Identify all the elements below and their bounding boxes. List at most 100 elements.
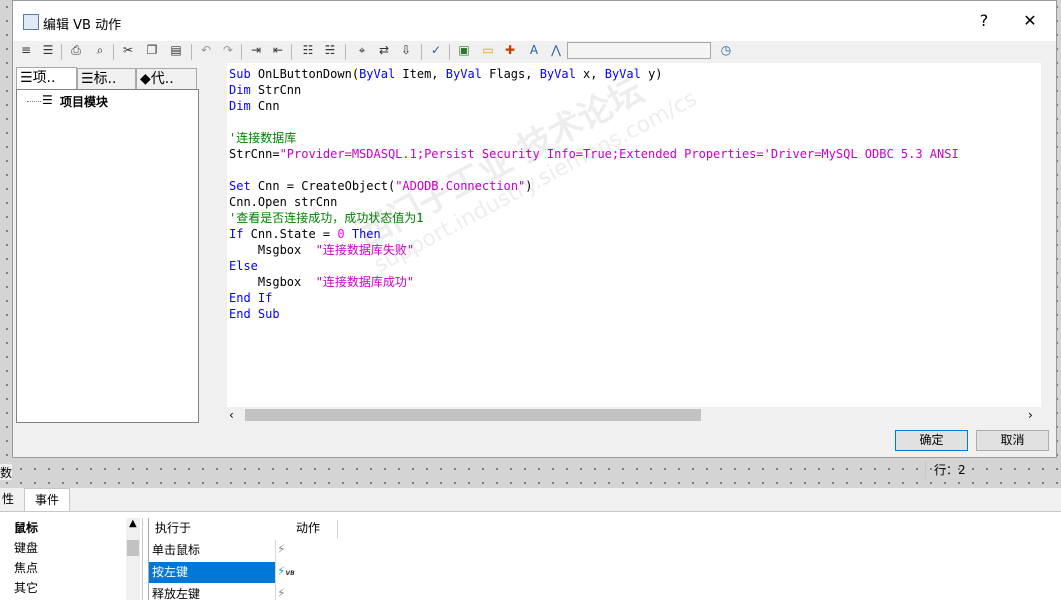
tree-root-item[interactable]: 项目模块 bbox=[60, 93, 108, 110]
scroll-left-icon[interactable]: ‹ bbox=[229, 407, 234, 423]
syntax-check-icon[interactable]: ✓ bbox=[427, 41, 445, 59]
horizontal-scroll-thumb[interactable] bbox=[245, 409, 701, 421]
comment-icon[interactable]: ≡ bbox=[17, 41, 35, 59]
cancel-button[interactable]: 取消 bbox=[976, 430, 1049, 451]
grid-row-press-left[interactable]: 按左键 bbox=[149, 562, 275, 583]
code-line: Dim Cnn bbox=[229, 99, 280, 113]
event-name: 释放左键 bbox=[152, 587, 201, 600]
undo-icon[interactable]: ↶ bbox=[197, 41, 215, 59]
event-tree-item-other[interactable]: 其它 bbox=[14, 578, 38, 598]
indent-icon[interactable]: ⇥ bbox=[247, 41, 265, 59]
row-indicator: 行：2 bbox=[925, 461, 1058, 479]
edit-vb-action-dialog: 编辑 VB 动作 ? ✕ ≡ ☰ ⎙ ⌕ ✂ ❐ ▤ ↶ ↷ ⇥ ⇤ ☷ ☵ ⌖… bbox=[12, 0, 1057, 479]
find-icon[interactable]: ⌖ bbox=[353, 41, 371, 59]
tree-node-icon: ☰ bbox=[42, 93, 53, 107]
event-tree-item-mouse[interactable]: 鼠标 bbox=[14, 518, 38, 538]
toolbar-separator bbox=[191, 44, 192, 60]
folder-icon[interactable]: ▭ bbox=[479, 41, 497, 59]
tab-tags-label: 标.. bbox=[93, 71, 117, 87]
redo-icon[interactable]: ↷ bbox=[219, 41, 237, 59]
properties-panel: 性 事件 鼠标 键盘 焦点 其它 ▲ 执行于 动作 单击鼠标 ⚡ 按左键 ⚡VB… bbox=[0, 488, 1061, 600]
tab-project[interactable]: ☰项.. bbox=[16, 67, 77, 90]
code-line: End If bbox=[229, 291, 273, 305]
compass-icon[interactable]: ⋀ bbox=[547, 41, 565, 59]
code-line: '连接数据库 bbox=[229, 131, 297, 145]
replace-icon[interactable]: ⇄ bbox=[375, 41, 393, 59]
grid-row-left-click[interactable]: 单击鼠标 ⚡ bbox=[149, 540, 1061, 561]
clock-icon[interactable]: ◷ bbox=[717, 41, 735, 59]
code-line: Msgbox "连接数据库成功" bbox=[229, 275, 415, 289]
tab-project-label: 项.. bbox=[32, 70, 56, 86]
panel-tab-strip bbox=[0, 488, 1061, 512]
lightning-vb-icon[interactable]: ⚡VB bbox=[277, 564, 295, 578]
tab-project-icon: ☰ bbox=[20, 70, 33, 86]
toolbar-separator bbox=[449, 44, 450, 60]
print-icon[interactable]: ⎙ bbox=[67, 41, 85, 59]
event-tree-item-focus[interactable]: 焦点 bbox=[14, 558, 38, 578]
tree-scrollbar[interactable]: ▲ bbox=[126, 518, 140, 600]
canvas-label: 数据 bbox=[0, 464, 12, 480]
tree-connector bbox=[27, 101, 41, 102]
grid-column-divider bbox=[275, 540, 276, 600]
event-name: 按左键 bbox=[152, 565, 189, 579]
project-tree: ☰ 项目模块 bbox=[16, 89, 199, 423]
toolbar-separator bbox=[241, 44, 242, 60]
tree-scroll-thumb[interactable] bbox=[127, 540, 139, 556]
toolbar-separator bbox=[61, 44, 62, 60]
toolbar-separator bbox=[291, 44, 292, 60]
scroll-right-icon[interactable]: › bbox=[1028, 407, 1033, 423]
navigator-tabs: ☰项.. ☰标.. ◆代.. bbox=[16, 67, 200, 90]
lightning-icon[interactable]: ⚡ bbox=[277, 542, 285, 556]
app-icon bbox=[23, 14, 39, 30]
tab-code-icon: ◆ bbox=[140, 71, 151, 87]
copy-icon[interactable]: ❐ bbox=[143, 41, 161, 59]
goto-icon[interactable]: ⇩ bbox=[397, 41, 415, 59]
cut-icon[interactable]: ✂ bbox=[119, 41, 137, 59]
tab-tags[interactable]: ☰标.. bbox=[77, 68, 136, 89]
format-icon[interactable]: ☷ bbox=[299, 41, 317, 59]
editor-horizontal-scrollbar[interactable]: ‹ › bbox=[227, 407, 1041, 423]
tab-code[interactable]: ◆代.. bbox=[136, 68, 197, 89]
paste-icon[interactable]: ▤ bbox=[167, 41, 185, 59]
block-format-icon[interactable]: ☵ bbox=[321, 41, 339, 59]
outdent-icon[interactable]: ⇤ bbox=[269, 41, 287, 59]
tag-icon[interactable]: ▣ bbox=[455, 41, 473, 59]
lightning-icon[interactable]: ⚡ bbox=[277, 586, 285, 600]
code-line: Dim StrCnn bbox=[229, 83, 302, 97]
uncomment-icon[interactable]: ☰ bbox=[39, 41, 57, 59]
event-category-tree: 鼠标 键盘 焦点 其它 ▲ bbox=[0, 518, 143, 600]
add-function-icon[interactable]: ✚ bbox=[501, 41, 519, 59]
dialog-title: 编辑 VB 动作 bbox=[43, 18, 122, 33]
toolbar-separator bbox=[113, 44, 114, 60]
ok-button[interactable]: 确定 bbox=[895, 430, 968, 451]
code-line: Cnn.Open strCnn bbox=[229, 195, 338, 209]
grid-header-executed-on: 执行于 bbox=[155, 521, 192, 535]
grid-row-release-left[interactable]: 释放左键 ⚡ bbox=[149, 584, 1061, 600]
editor-gutter bbox=[208, 63, 228, 407]
code-line: End Sub bbox=[229, 307, 280, 321]
scroll-up-icon[interactable]: ▲ bbox=[129, 518, 137, 529]
toolbar-separator bbox=[421, 44, 422, 60]
grid-header-action: 动作 bbox=[296, 521, 321, 535]
code-line: Else bbox=[229, 259, 258, 273]
editor-vertical-scrollbar[interactable] bbox=[1041, 63, 1055, 407]
font-icon[interactable]: A bbox=[525, 41, 543, 59]
tab-code-label: 代.. bbox=[150, 71, 174, 87]
event-name: 单击鼠标 bbox=[152, 543, 201, 557]
tab-events[interactable]: 事件 bbox=[24, 488, 70, 511]
row-label: 行： bbox=[934, 463, 959, 477]
code-editor[interactable]: Sub OnLButtonDown(ByVal Item, ByVal Flag… bbox=[227, 63, 1041, 407]
title-bar: 编辑 VB 动作 ? ✕ bbox=[13, 1, 1056, 41]
help-button[interactable]: ? bbox=[961, 1, 1007, 41]
tab-tags-icon: ☰ bbox=[81, 71, 94, 87]
close-button[interactable]: ✕ bbox=[1007, 1, 1053, 41]
toolbar-separator bbox=[345, 44, 346, 60]
grid-header-divider bbox=[337, 520, 338, 538]
event-grid: 执行于 动作 单击鼠标 ⚡ 按左键 ⚡VB 释放左键 ⚡ bbox=[148, 518, 1061, 600]
toolbar: ≡ ☰ ⎙ ⌕ ✂ ❐ ▤ ↶ ↷ ⇥ ⇤ ☷ ☵ ⌖ ⇄ ⇩ ✓ ▣ ▭ ✚ … bbox=[13, 41, 1056, 63]
status-bar: 行：2 bbox=[13, 459, 1058, 479]
event-tree-item-keyboard[interactable]: 键盘 bbox=[14, 538, 38, 558]
tab-properties[interactable]: 性 bbox=[0, 488, 24, 510]
row-value: 2 bbox=[958, 463, 966, 477]
print-preview-icon[interactable]: ⌕ bbox=[91, 41, 109, 59]
